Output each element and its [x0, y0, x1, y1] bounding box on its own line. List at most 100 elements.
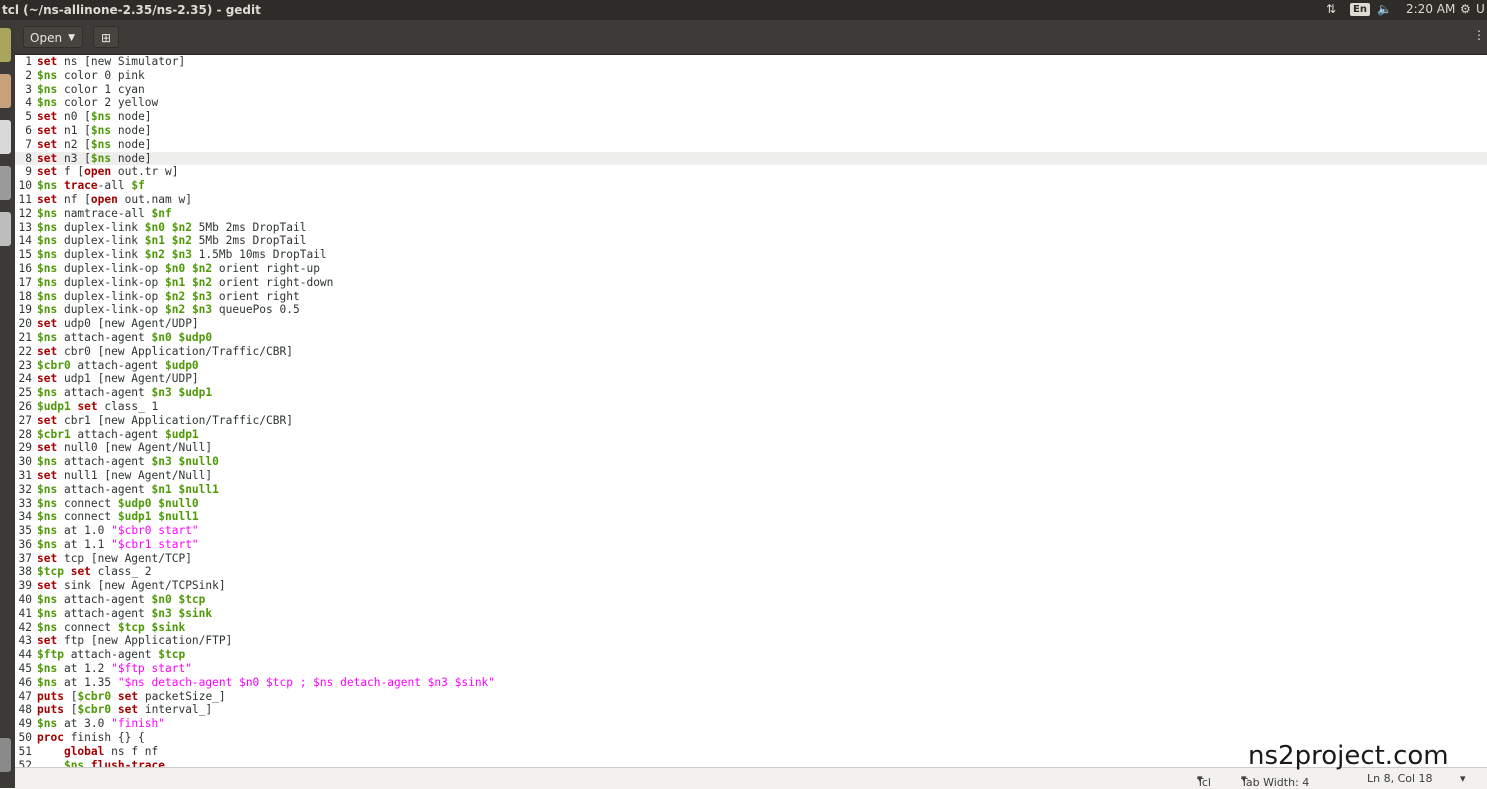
unity-launcher [0, 20, 15, 788]
code-line[interactable]: 46 $ns at 1.35 "$ns detach-agent $n0 $tcp… [15, 676, 1487, 690]
code-line[interactable]: 37 set tcp [new Agent/TCP] [15, 552, 1487, 566]
new-tab-button[interactable]: ⊞ [93, 26, 119, 48]
code-line[interactable]: 29 set null0 [new Agent/Null] [15, 441, 1487, 455]
clock[interactable]: 2:20 AM [1406, 2, 1455, 16]
code-line[interactable]: 27 set cbr1 [new Application/Traffic/CBR] [15, 414, 1487, 428]
launcher-editor-icon[interactable] [0, 166, 11, 200]
code-line[interactable]: 15 $ns duplex-link $n2 $n3 1.5Mb 10ms Dro… [15, 248, 1487, 262]
code-line[interactable]: 26 $udp1 set class_ 1 [15, 400, 1487, 414]
code-line[interactable]: 24 set udp1 [new Agent/UDP] [15, 372, 1487, 386]
code-token: $ftp [37, 648, 64, 662]
code-line[interactable]: 22 set cbr0 [new Application/Traffic/CBR] [15, 345, 1487, 359]
code-line[interactable]: 34 $ns connect $udp1 $null1 [15, 510, 1487, 524]
code-line[interactable]: 33 $ns connect $udp0 $null0 [15, 497, 1487, 511]
network-icon[interactable]: ⇅ [1326, 2, 1336, 16]
code-line[interactable]: 16 $ns duplex-link-op $n0 $n2 orient righ… [15, 262, 1487, 276]
code-token: $udp0 [164, 358, 199, 372]
code-line[interactable]: 14 $ns duplex-link $n1 $n2 5Mb 2ms DropTa… [15, 234, 1487, 248]
settings-gear-icon[interactable]: ⚙ [1460, 2, 1471, 16]
code-token: set [37, 372, 58, 386]
code-line[interactable]: 35 $ns at 1.0 "$cbr0 start" [15, 524, 1487, 538]
code-line[interactable]: 42 $ns connect $tcp $sink [15, 621, 1487, 635]
code-line[interactable]: 21 $ns attach-agent $n0 $udp0 [15, 331, 1487, 345]
code-token: global [63, 744, 105, 758]
code-line[interactable]: 18 $ns duplex-link-op $n2 $n3 orient righ… [15, 290, 1487, 304]
code-line[interactable]: 38 $tcp set class_ 2 [15, 565, 1487, 579]
code-line[interactable]: 44 $ftp attach-agent $tcp [15, 648, 1487, 662]
code-token: ns f nf [104, 744, 159, 758]
code-token: at 1.2 [57, 662, 112, 676]
code-line[interactable]: 8 set n3 [$ns node] [15, 151, 1487, 166]
code-line[interactable]: 28 $cbr1 attach-agent $udp1 [15, 428, 1487, 442]
launcher-terminal-icon[interactable] [0, 120, 11, 154]
open-button-label: Open [30, 31, 63, 45]
code-line[interactable]: 2 $ns color 0 pink [15, 69, 1487, 83]
code-line[interactable]: 11 set nf [open out.nam w] [15, 193, 1487, 207]
code-editor[interactable]: 1 set ns [new Simulator] 2 $ns color 0 pink… [15, 55, 1487, 767]
code-line[interactable]: 31 set null1 [new Agent/Null] [15, 469, 1487, 483]
launcher-files-icon[interactable] [0, 74, 11, 108]
line-number: 15 [18, 248, 32, 262]
chevron-down-icon: ▼ [68, 33, 75, 43]
code-token: $ns [37, 496, 58, 510]
code-line[interactable]: 19 $ns duplex-link-op $n2 $n3 queuePos 0.… [15, 303, 1487, 317]
language-selector[interactable]: Tcl ▾ [1197, 772, 1211, 789]
line-number: 30 [18, 455, 32, 469]
volume-icon[interactable]: 🔈 [1377, 2, 1392, 16]
line-number: 13 [18, 220, 32, 234]
launcher-settings-icon[interactable] [0, 212, 11, 246]
line-number: 5 [25, 110, 32, 124]
launcher-trash-icon[interactable] [0, 738, 11, 772]
line-number: 33 [18, 496, 32, 510]
code-line[interactable]: 49 $ns at 3.0 "finish" [15, 717, 1487, 731]
code-line[interactable]: 45 $ns at 1.2 "$ftp start" [15, 662, 1487, 676]
code-line[interactable]: 36 $ns at 1.1 "$cbr1 start" [15, 538, 1487, 552]
user-menu[interactable]: U [1476, 2, 1485, 16]
code-token: $cbr0 [77, 703, 112, 717]
code-line[interactable]: 6 set n1 [$ns node] [15, 124, 1487, 138]
code-token: sink [new Agent/TCPSink] [57, 579, 226, 593]
code-line[interactable]: 4 $ns color 2 yellow [15, 96, 1487, 110]
line-number: 41 [18, 606, 32, 620]
code-token: $cbr0 [77, 689, 112, 703]
code-line[interactable]: 20 set udp0 [new Agent/UDP] [15, 317, 1487, 331]
code-line[interactable]: 7 set n2 [$ns node] [15, 138, 1487, 152]
insert-mode-dropdown[interactable]: ▾ [1460, 772, 1466, 785]
code-token: $ns [37, 96, 58, 110]
code-token: $ns [37, 537, 58, 551]
code-token: at 1.0 [57, 524, 112, 538]
code-line[interactable]: 25 $ns attach-agent $n3 $udp1 [15, 386, 1487, 400]
code-token: attach-agent [57, 606, 152, 620]
code-line[interactable]: 48 puts [$cbr0 set interval_] [15, 703, 1487, 717]
code-line[interactable]: 47 puts [$cbr0 set packetSize_] [15, 690, 1487, 704]
code-line[interactable]: 40 $ns attach-agent $n0 $tcp [15, 593, 1487, 607]
code-token: null0 [new Agent/Null] [57, 441, 213, 455]
code-line[interactable]: 3 $ns color 1 cyan [15, 83, 1487, 97]
code-line[interactable]: 1 set ns [new Simulator] [15, 55, 1487, 69]
code-line[interactable]: 30 $ns attach-agent $n3 $null0 [15, 455, 1487, 469]
code-line[interactable]: 23 $cbr0 attach-agent $udp0 [15, 359, 1487, 373]
code-token: class_ 1 [97, 399, 159, 413]
code-token: n2 [ [57, 137, 91, 151]
code-line[interactable]: 5 set n0 [$ns node] [15, 110, 1487, 124]
code-token: $n1 $n2 [165, 275, 213, 289]
open-button[interactable]: Open ▼ [23, 26, 83, 48]
code-token: at 1.35 [57, 675, 118, 689]
code-line[interactable]: 17 $ns duplex-link-op $n1 $n2 orient righ… [15, 276, 1487, 290]
keyboard-layout-indicator[interactable]: En [1350, 3, 1370, 16]
window-title: tcl (~/ns-allinone-2.35/ns-2.35) - gedit [2, 3, 261, 17]
code-line[interactable]: 10 $ns trace-all $f [15, 179, 1487, 193]
tab-width-selector[interactable]: Tab Width: 4 ▾ [1241, 772, 1309, 789]
code-line[interactable]: 32 $ns attach-agent $n1 $null1 [15, 483, 1487, 497]
code-line[interactable]: 12 $ns namtrace-all $nf [15, 207, 1487, 221]
code-line[interactable]: 13 $ns duplex-link $n0 $n2 5Mb 2ms DropTa… [15, 221, 1487, 235]
code-line[interactable]: 43 set ftp [new Application/FTP] [15, 634, 1487, 648]
launcher-dash-icon[interactable] [0, 28, 11, 62]
code-token: $tcp $sink [117, 620, 186, 634]
code-line[interactable]: 9 set f [open out.tr w] [15, 165, 1487, 179]
code-lines[interactable]: 1 set ns [new Simulator] 2 $ns color 0 pink… [15, 55, 1487, 767]
line-number: 50 [18, 731, 32, 745]
code-line[interactable]: 41 $ns attach-agent $n3 $sink [15, 607, 1487, 621]
menu-overflow-icon[interactable]: ⋮ [1473, 28, 1485, 42]
code-line[interactable]: 39 set sink [new Agent/TCPSink] [15, 579, 1487, 593]
